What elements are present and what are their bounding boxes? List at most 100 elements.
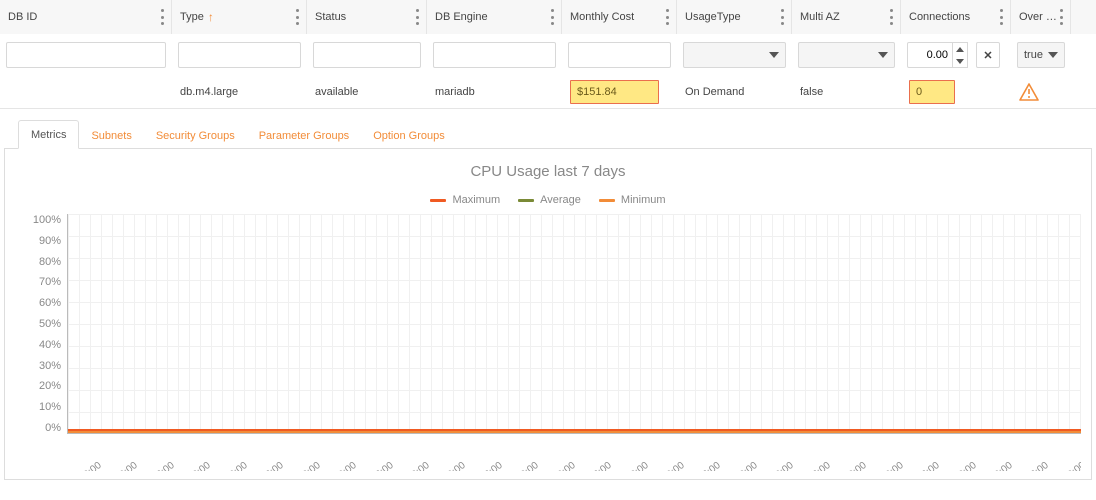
yaxis-tick: 0% — [15, 422, 61, 434]
column-menu-icon[interactable] — [781, 9, 785, 25]
cell-multi-az: false — [792, 82, 901, 102]
table-filter-row: ✕ true — [0, 34, 1096, 76]
col-header-label: DB Engine — [435, 11, 488, 23]
highlight-badge: 0 — [909, 80, 955, 104]
chart-legend: Maximum Average Minimum — [15, 194, 1081, 206]
legend-item-average[interactable]: Average — [518, 194, 581, 206]
xaxis-tick: 00:00 — [110, 460, 140, 471]
filter-db-id-input[interactable] — [6, 42, 166, 68]
filter-connections-stepper[interactable] — [907, 42, 968, 68]
filter-usagetype-select[interactable] — [683, 42, 786, 68]
xaxis-tick: 00:00 — [438, 460, 468, 471]
xaxis-tick: 06:00 — [146, 460, 176, 471]
cell-usage-type: On Demand — [677, 82, 792, 102]
yaxis-tick: 20% — [15, 380, 61, 392]
col-header-usagetype[interactable]: UsageType — [677, 0, 792, 34]
stepper-down-icon[interactable] — [953, 55, 967, 67]
yaxis-tick: 100% — [15, 214, 61, 226]
col-header-label: Multi AZ — [800, 11, 840, 23]
col-header-label: UsageType — [685, 11, 741, 23]
yaxis-tick: 60% — [15, 297, 61, 309]
legend-item-minimum[interactable]: Minimum — [599, 194, 666, 206]
filter-over-value: true — [1024, 49, 1043, 61]
yaxis-tick: 30% — [15, 360, 61, 372]
filter-over-select[interactable]: true — [1017, 42, 1065, 68]
stepper-up-icon[interactable] — [953, 43, 967, 55]
xaxis-tick: 18:00 — [620, 460, 650, 471]
xaxis-tick: 00:00 — [328, 460, 358, 471]
tab-option-groups[interactable]: Option Groups — [361, 122, 457, 149]
col-header-multi-az[interactable]: Multi AZ — [792, 0, 901, 34]
col-header-type[interactable]: Type ↑ — [172, 0, 307, 34]
sort-asc-icon: ↑ — [208, 10, 214, 24]
xaxis-tick: 18:00 — [948, 460, 978, 471]
filter-connections-input[interactable] — [907, 42, 953, 68]
col-header-status[interactable]: Status — [307, 0, 427, 34]
xaxis-tick: 18:00 — [511, 460, 541, 471]
col-header-connections[interactable]: Connections — [901, 0, 1011, 34]
legend-swatch-icon — [599, 199, 615, 202]
col-header-label: Type — [180, 11, 204, 23]
xaxis-tick: 00:00 — [875, 460, 905, 471]
col-header-label: Monthly Cost — [570, 11, 634, 23]
column-menu-icon[interactable] — [416, 9, 420, 25]
yaxis-tick: 40% — [15, 339, 61, 351]
db-table: DB ID Type ↑ Status DB Engine Monthly Co… — [0, 0, 1096, 109]
column-menu-icon[interactable] — [551, 9, 555, 25]
chart-title: CPU Usage last 7 days — [15, 163, 1081, 180]
xaxis-tick: 18:00 — [1057, 460, 1081, 471]
filter-monthly-cost-input[interactable] — [568, 42, 671, 68]
chart-yaxis: 100%90%80%70%60%50%40%30%20%10%0% — [15, 214, 67, 434]
legend-label: Minimum — [621, 194, 666, 206]
xaxis-tick: 06:00 — [583, 460, 613, 471]
yaxis-tick: 80% — [15, 256, 61, 268]
cell-status: available — [307, 82, 427, 102]
col-header-db-id[interactable]: DB ID — [0, 0, 172, 34]
col-header-over[interactable]: Over … — [1011, 0, 1071, 34]
chevron-down-icon — [769, 52, 779, 58]
legend-label: Average — [540, 194, 581, 206]
chevron-down-icon — [878, 52, 888, 58]
col-header-label: Status — [315, 11, 346, 23]
cell-db-engine: mariadb — [427, 82, 562, 102]
column-menu-icon[interactable] — [1000, 9, 1004, 25]
tab-security-groups[interactable]: Security Groups — [144, 122, 247, 149]
column-menu-icon[interactable] — [161, 9, 165, 25]
col-header-monthly-cost[interactable]: Monthly Cost — [562, 0, 677, 34]
chart-panel: CPU Usage last 7 days Maximum Average Mi… — [4, 149, 1092, 480]
xaxis-tick: 00:00 — [766, 460, 796, 471]
col-header-label: DB ID — [8, 11, 37, 23]
filter-status-input[interactable] — [313, 42, 421, 68]
column-menu-icon[interactable] — [666, 9, 670, 25]
xaxis-tick: 06:00 — [474, 460, 504, 471]
column-menu-icon[interactable] — [1060, 9, 1064, 25]
table-row[interactable]: db.m4.large available mariadb $151.84 On… — [0, 76, 1096, 108]
column-menu-icon[interactable] — [296, 9, 300, 25]
series-minimum-line — [68, 431, 1081, 433]
highlight-badge: $151.84 — [570, 80, 659, 104]
col-header-label: Over … — [1019, 11, 1057, 23]
xaxis-tick: 00:00 — [219, 460, 249, 471]
xaxis-tick: 00:00 — [547, 460, 577, 471]
yaxis-tick: 50% — [15, 318, 61, 330]
xaxis-tick: 18:00 — [401, 460, 431, 471]
xaxis-tick: 18:00 — [839, 460, 869, 471]
clear-filter-button[interactable]: ✕ — [976, 42, 1000, 68]
xaxis-tick: 06:00 — [1021, 460, 1051, 471]
filter-multi-az-select[interactable] — [798, 42, 895, 68]
tab-subnets[interactable]: Subnets — [79, 122, 143, 149]
filter-type-input[interactable] — [178, 42, 301, 68]
xaxis-tick: 06:00 — [911, 460, 941, 471]
col-header-label: Connections — [909, 11, 970, 23]
column-menu-icon[interactable] — [890, 9, 894, 25]
filter-db-engine-input[interactable] — [433, 42, 556, 68]
col-header-db-engine[interactable]: DB Engine — [427, 0, 562, 34]
cell-connections: 0 — [901, 76, 1011, 108]
tab-metrics[interactable]: Metrics — [18, 120, 79, 149]
tab-parameter-groups[interactable]: Parameter Groups — [247, 122, 361, 149]
legend-label: Maximum — [452, 194, 500, 206]
xaxis-tick: 06:00 — [693, 460, 723, 471]
xaxis-tick: 18:00 — [292, 460, 322, 471]
legend-item-maximum[interactable]: Maximum — [430, 194, 500, 206]
xaxis-tick: 18:00 — [183, 460, 213, 471]
